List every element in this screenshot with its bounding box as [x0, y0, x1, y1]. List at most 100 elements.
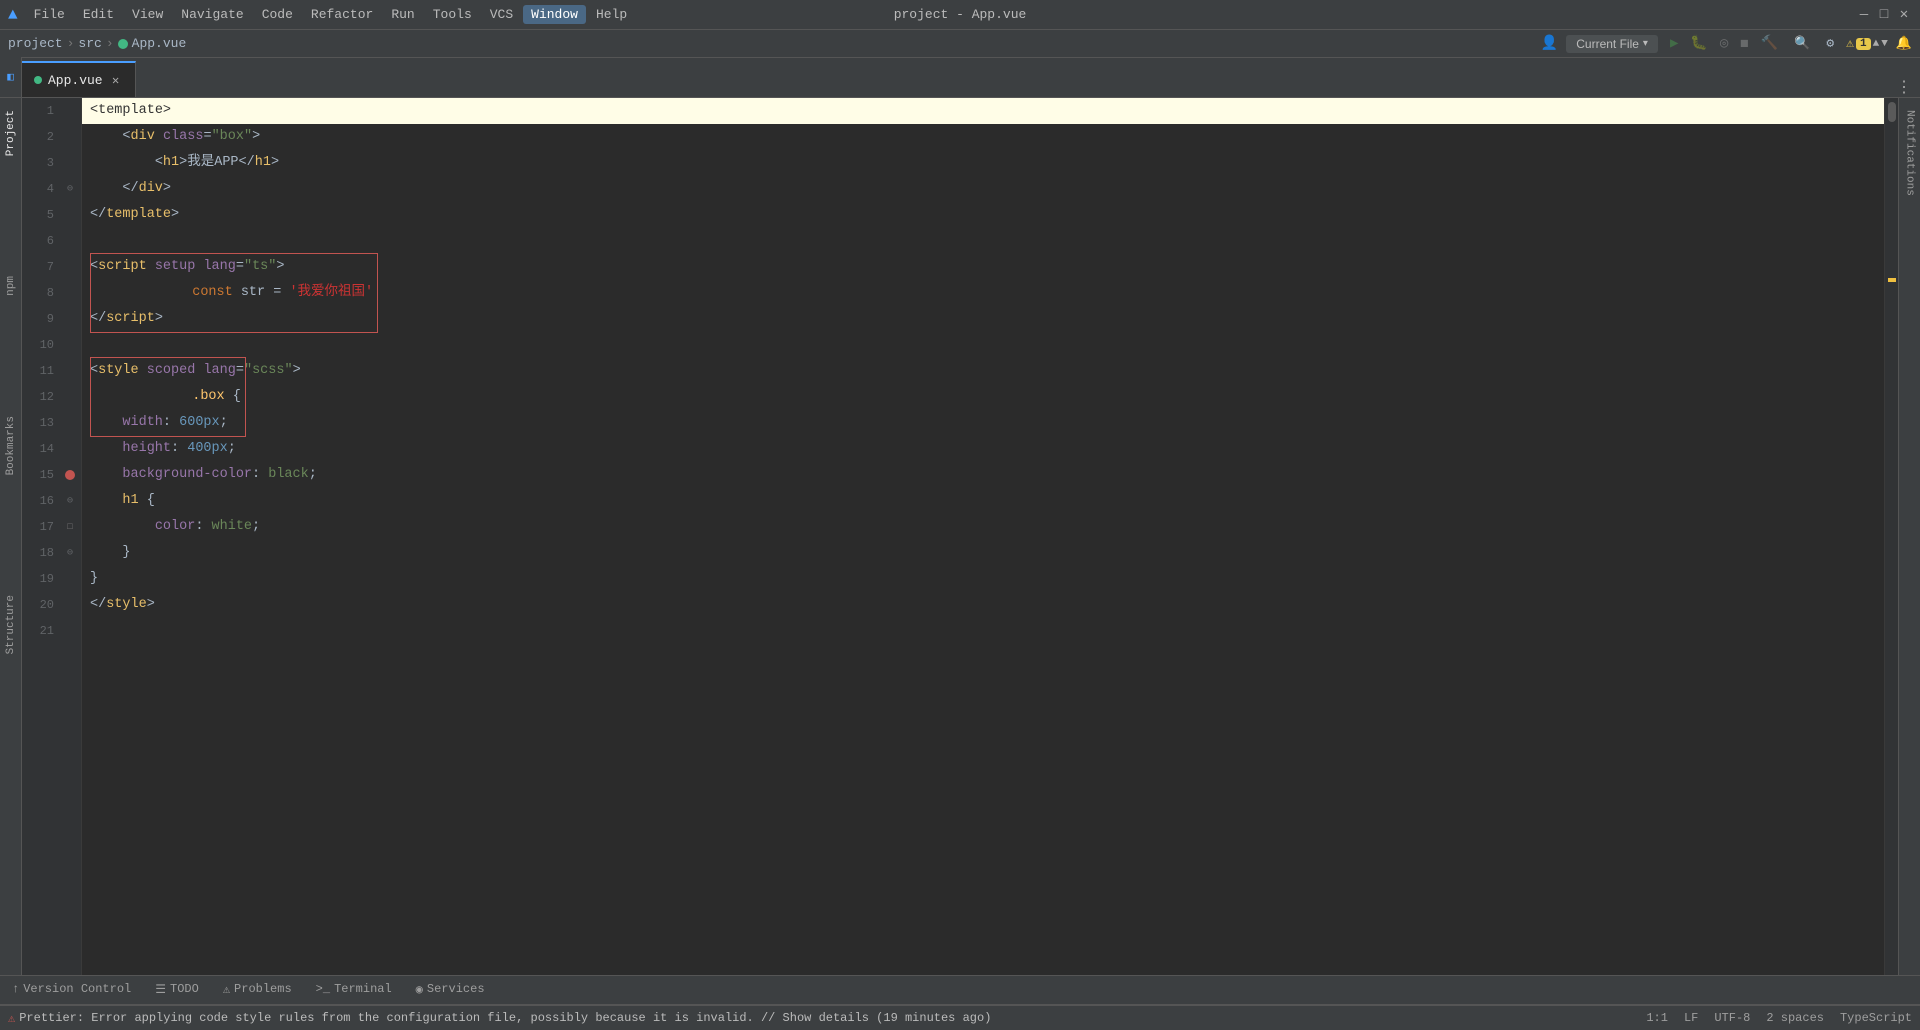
code-line-13[interactable]: width: 600px;: [82, 410, 1884, 436]
sidebar-item-npm[interactable]: npm: [3, 272, 19, 300]
token: >: [171, 202, 179, 228]
code-line-16[interactable]: h1 {: [82, 488, 1884, 514]
gutter-row-13: 13: [22, 410, 81, 436]
sidebar-item-project[interactable]: Project: [3, 106, 19, 160]
bottom-tab-version-control[interactable]: ↑ Version Control: [0, 975, 143, 1005]
status-encoding[interactable]: UTF-8: [1714, 1011, 1750, 1025]
menu-code[interactable]: Code: [254, 5, 301, 24]
token: <: [122, 124, 130, 150]
menu-run[interactable]: Run: [383, 5, 422, 24]
todo-icon: ☰: [155, 982, 166, 997]
code-line-15[interactable]: background-color: black;: [82, 462, 1884, 488]
gutter-row-8: 8: [22, 280, 81, 306]
code-line-2[interactable]: <div class="box">: [82, 124, 1884, 150]
current-file-button[interactable]: Current File ▾: [1566, 35, 1658, 53]
bottom-tab-todo-label: TODO: [170, 982, 199, 996]
code-line-21[interactable]: [82, 618, 1884, 644]
settings-icon[interactable]: ⚙: [1822, 34, 1838, 53]
scroll-thumb[interactable]: [1888, 102, 1896, 122]
token: <: [90, 98, 98, 124]
code-line-19[interactable]: }: [82, 566, 1884, 592]
token: >: [163, 176, 171, 202]
sidebar-item-bookmarks[interactable]: Bookmarks: [3, 412, 19, 479]
menu-window[interactable]: Window: [523, 5, 586, 24]
code-line-20[interactable]: </style>: [82, 592, 1884, 618]
menu-help[interactable]: Help: [588, 5, 635, 24]
menu-edit[interactable]: Edit: [75, 5, 122, 24]
bottom-tab-terminal-label: Terminal: [334, 982, 392, 996]
menu-tools[interactable]: Tools: [425, 5, 480, 24]
breadcrumb-project[interactable]: project: [8, 36, 63, 51]
status-message[interactable]: Prettier: Error applying code style rule…: [19, 1011, 991, 1025]
code-line-12[interactable]: .box {: [82, 384, 1884, 410]
minimize-button[interactable]: —: [1856, 7, 1872, 23]
current-file-label: Current File: [1576, 37, 1639, 51]
close-button[interactable]: ✕: [1896, 7, 1912, 23]
tab-more-button[interactable]: ⋮: [1888, 77, 1920, 97]
sidebar-item-structure[interactable]: Structure: [3, 591, 19, 658]
user-icon[interactable]: 👤: [1541, 35, 1558, 52]
code-line-6[interactable]: [82, 228, 1884, 254]
code-line-8[interactable]: const str = '我爱你祖国': [82, 280, 1884, 306]
services-icon: ◉: [416, 982, 423, 997]
bottom-tab-todo[interactable]: ☰ TODO: [143, 975, 211, 1005]
menu-refactor[interactable]: Refactor: [303, 5, 381, 24]
stop-button[interactable]: ◼: [1736, 33, 1752, 54]
code-line-14[interactable]: height: 400px;: [82, 436, 1884, 462]
tab-close-button[interactable]: ✕: [109, 73, 123, 87]
coverage-button[interactable]: ◎: [1716, 33, 1732, 54]
bottom-tab-services-label: Services: [427, 982, 485, 996]
menu-file[interactable]: File: [26, 5, 73, 24]
gutter-fold-18[interactable]: ⊖: [62, 547, 78, 559]
token: div: [139, 176, 163, 202]
gutter-row-12: 12: [22, 384, 81, 410]
run-button[interactable]: ▶: [1666, 33, 1682, 54]
token: >: [271, 150, 279, 176]
alert-down-icon: ▼: [1881, 38, 1888, 50]
maximize-button[interactable]: □: [1876, 7, 1892, 23]
search-icon[interactable]: 🔍: [1790, 34, 1814, 53]
gutter-fold-16[interactable]: ⊖: [62, 495, 78, 507]
breadcrumb-file[interactable]: App.vue: [118, 36, 187, 51]
token: div: [131, 124, 155, 150]
breadcrumb-src[interactable]: src: [78, 36, 101, 51]
status-position[interactable]: 1:1: [1646, 1011, 1668, 1025]
notifications-icon[interactable]: 🔔: [1896, 36, 1912, 51]
code-line-10[interactable]: [82, 332, 1884, 358]
breakpoint-15[interactable]: [62, 470, 78, 480]
line-number-6: 6: [22, 234, 62, 248]
left-sidebar-toggle[interactable]: ◧: [0, 57, 22, 97]
line-gutter: 1 2 3 4 ⊖ 5: [22, 98, 82, 975]
menu-view[interactable]: View: [124, 5, 171, 24]
token: [90, 462, 122, 488]
bottom-tab-terminal[interactable]: >_ Terminal: [304, 975, 404, 1005]
token: template: [98, 98, 163, 124]
gutter-fold-4[interactable]: ⊖: [62, 183, 78, 195]
code-line-1[interactable]: <template>: [82, 98, 1884, 124]
code-line-18[interactable]: }: [82, 540, 1884, 566]
debug-button[interactable]: 🐛: [1686, 33, 1711, 54]
tab-app-vue[interactable]: App.vue ✕: [22, 61, 136, 97]
token: =: [203, 124, 211, 150]
toolbar-right: 👤 Current File ▾ ▶ 🐛 ◎ ◼ 🔨 🔍 ⚙ ⚠ 1 ▲ ▼ 🔔: [1541, 33, 1912, 54]
code-content[interactable]: <template> <div class="box"> <h1>我是APP</…: [82, 98, 1884, 975]
status-language[interactable]: TypeScript: [1840, 1011, 1912, 1025]
code-line-5[interactable]: </template>: [82, 202, 1884, 228]
menu-navigate[interactable]: Navigate: [173, 5, 251, 24]
menu-vcs[interactable]: VCS: [482, 5, 521, 24]
token: }: [90, 540, 131, 566]
bottom-tab-problems[interactable]: ⚠ Problems: [211, 975, 304, 1005]
bottom-tab-services[interactable]: ◉ Services: [404, 975, 497, 1005]
code-line-3[interactable]: <h1>我是APP</h1>: [82, 150, 1884, 176]
gutter-row-2: 2: [22, 124, 81, 150]
token: :: [171, 436, 187, 462]
status-indent[interactable]: 2 spaces: [1766, 1011, 1824, 1025]
code-line-11[interactable]: <style scoped lang="scss">: [82, 358, 1884, 384]
build-button[interactable]: 🔨: [1757, 33, 1782, 54]
status-line-ending[interactable]: LF: [1684, 1011, 1698, 1025]
token: {: [225, 389, 241, 404]
sidebar-item-notifications[interactable]: Notifications: [1902, 106, 1918, 200]
code-line-4[interactable]: </div>: [82, 176, 1884, 202]
code-line-17[interactable]: color: white;: [82, 514, 1884, 540]
status-error-indicator: ⚠: [8, 1011, 15, 1026]
